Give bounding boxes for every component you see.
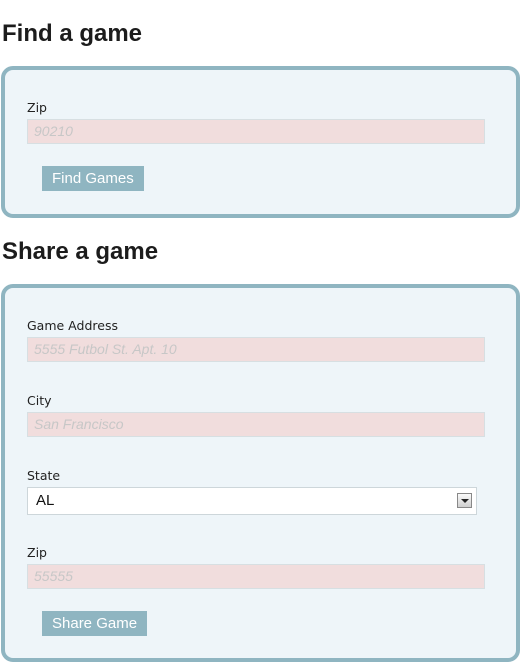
dropdown-arrow-icon[interactable] <box>457 493 472 508</box>
find-zip-label: Zip <box>27 100 47 115</box>
find-zip-input[interactable]: 90210 <box>27 119 485 144</box>
city-input[interactable]: San Francisco <box>27 412 485 437</box>
state-select[interactable]: AL <box>27 487 477 515</box>
share-zip-label: Zip <box>27 545 47 560</box>
share-zip-input[interactable]: 55555 <box>27 564 485 589</box>
city-label: City <box>27 393 52 408</box>
state-label: State <box>27 468 61 483</box>
find-section-title: Find a game <box>2 20 143 47</box>
find-game-panel: Zip 90210 Find Games <box>1 66 520 218</box>
state-select-value: AL <box>36 492 55 509</box>
share-section-title: Share a game <box>2 238 159 265</box>
find-games-button[interactable]: Find Games <box>42 166 144 191</box>
game-address-label: Game Address <box>27 318 118 333</box>
share-game-button[interactable]: Share Game <box>42 611 148 636</box>
share-game-panel: Game Address 5555 Futbol St. Apt. 10 Cit… <box>1 284 520 662</box>
game-address-input[interactable]: 5555 Futbol St. Apt. 10 <box>27 337 485 362</box>
